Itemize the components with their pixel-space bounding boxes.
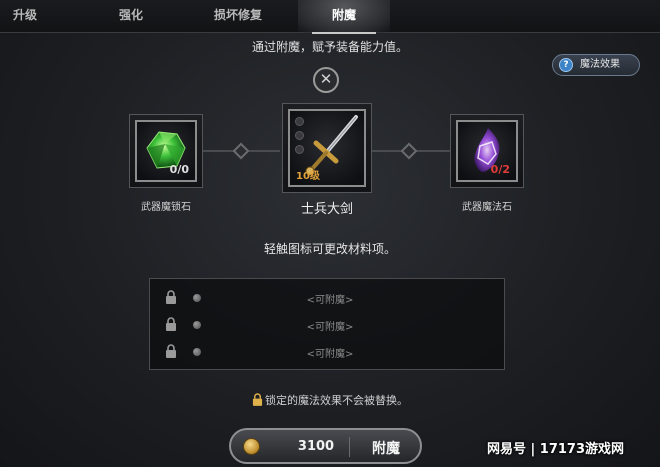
equipment-level: 10级 xyxy=(296,171,320,182)
watermark: 网易号 | 17173游戏网 xyxy=(487,442,625,457)
lock-icon[interactable] xyxy=(165,290,177,304)
magic-stone-slot[interactable]: 0/2 xyxy=(456,120,518,182)
tab-strengthen[interactable]: 强化 xyxy=(96,0,166,33)
option-dot xyxy=(193,321,201,329)
lock-note: 锁定的魔法效果不会被替换。 xyxy=(0,392,660,408)
enchant-button[interactable]: 3100 附魔 xyxy=(229,428,422,464)
connector-node-left xyxy=(232,142,250,160)
equipment-name: 士兵大剑 xyxy=(300,202,353,217)
enchant-option-text: <可附魔> xyxy=(306,349,354,360)
magic-effect-button[interactable]: ? 魔法效果 xyxy=(552,54,640,76)
enchant-option-text: <可附魔> xyxy=(306,322,354,333)
enchant-option-row[interactable]: <可附魔> xyxy=(150,285,506,311)
option-dot xyxy=(193,294,201,302)
magic-effect-label: 魔法效果 xyxy=(580,59,620,70)
tab-enchant[interactable]: 附魔 xyxy=(298,0,390,34)
gold-coin-icon xyxy=(243,438,260,455)
lock-icon[interactable] xyxy=(165,344,177,358)
enchant-cost: 3100 xyxy=(297,439,335,454)
gold-lock-icon xyxy=(252,393,263,406)
magic-lock-stone-slot[interactable]: 0/0 xyxy=(135,120,197,182)
enchant-option-text: <可附魔> xyxy=(306,295,354,306)
lock-note-text: 锁定的魔法效果不会被替换。 xyxy=(265,394,408,407)
right-item-count: 0/2 xyxy=(490,163,510,176)
left-item-name: 武器魔锁石 xyxy=(141,202,191,213)
top-hint: 通过附魔，赋予装备能力值。 xyxy=(251,40,408,54)
tab-bar: 升级 强化 损坏修复 附魔 xyxy=(0,0,660,34)
close-icon[interactable]: ✕ xyxy=(313,67,339,93)
button-divider xyxy=(349,437,350,457)
left-item-count: 0/0 xyxy=(169,163,189,176)
option-dot xyxy=(193,348,201,356)
tab-upgrade[interactable]: 升级 xyxy=(0,0,50,33)
question-icon: ? xyxy=(559,58,573,72)
enchant-button-label: 附魔 xyxy=(372,441,400,457)
enchant-options-panel: <可附魔> <可附魔> <可附魔> xyxy=(149,278,505,370)
lock-icon[interactable] xyxy=(165,317,177,331)
middle-hint: 轻触图标可更改材料项。 xyxy=(263,242,396,256)
right-item-name: 武器魔法石 xyxy=(462,202,512,213)
enchant-option-row[interactable]: <可附魔> xyxy=(150,339,506,365)
equipment-slot[interactable]: 10级 xyxy=(288,109,366,187)
enchant-option-row[interactable]: <可附魔> xyxy=(150,312,506,338)
tab-repair[interactable]: 损坏修复 xyxy=(200,0,276,33)
connector-node-right xyxy=(400,142,418,160)
